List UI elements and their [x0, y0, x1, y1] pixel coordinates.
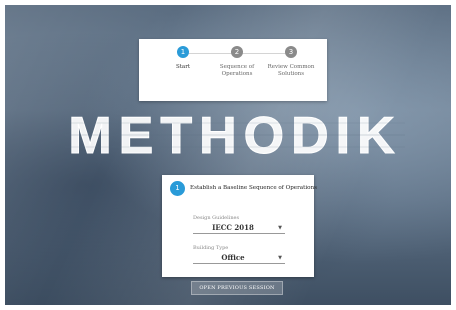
step-label: Review Common Solutions: [267, 64, 315, 77]
step-number: 1: [177, 46, 189, 58]
card-title: Establish a Baseline Sequence of Operati…: [190, 185, 317, 191]
open-previous-session-button[interactable]: OPEN PREVIOUS SESSION: [191, 281, 283, 295]
baseline-form-card: 1 Establish a Baseline Sequence of Opera…: [162, 175, 317, 277]
card-step-number: 1: [170, 181, 185, 196]
building-type-label: Building Type: [193, 245, 229, 251]
methodik-logo: METHODIK: [65, 109, 405, 161]
progress-stepper: 1 Start 2 Sequence of Operations 3 Revie…: [139, 39, 327, 101]
design-guidelines-value: IECC 2018: [212, 223, 254, 232]
step-sequence-of-operations[interactable]: 2 Sequence of Operations: [207, 46, 267, 78]
chevron-down-icon: ▼: [278, 225, 282, 231]
step-number: 3: [285, 46, 297, 58]
design-guidelines-label: Design Guidelines: [193, 215, 240, 221]
design-guidelines-select[interactable]: IECC 2018 ▼: [193, 223, 285, 234]
step-number: 2: [231, 46, 243, 58]
chevron-down-icon: ▼: [278, 255, 282, 261]
step-review-common-solutions[interactable]: 3 Review Common Solutions: [261, 46, 321, 78]
step-label: Start: [175, 64, 191, 70]
building-type-select[interactable]: Office ▼: [193, 253, 285, 264]
background-photo: 1 Start 2 Sequence of Operations 3 Revie…: [5, 5, 451, 305]
step-label: Sequence of Operations: [219, 64, 255, 77]
step-start[interactable]: 1 Start: [153, 46, 213, 71]
building-type-value: Office: [221, 253, 245, 262]
